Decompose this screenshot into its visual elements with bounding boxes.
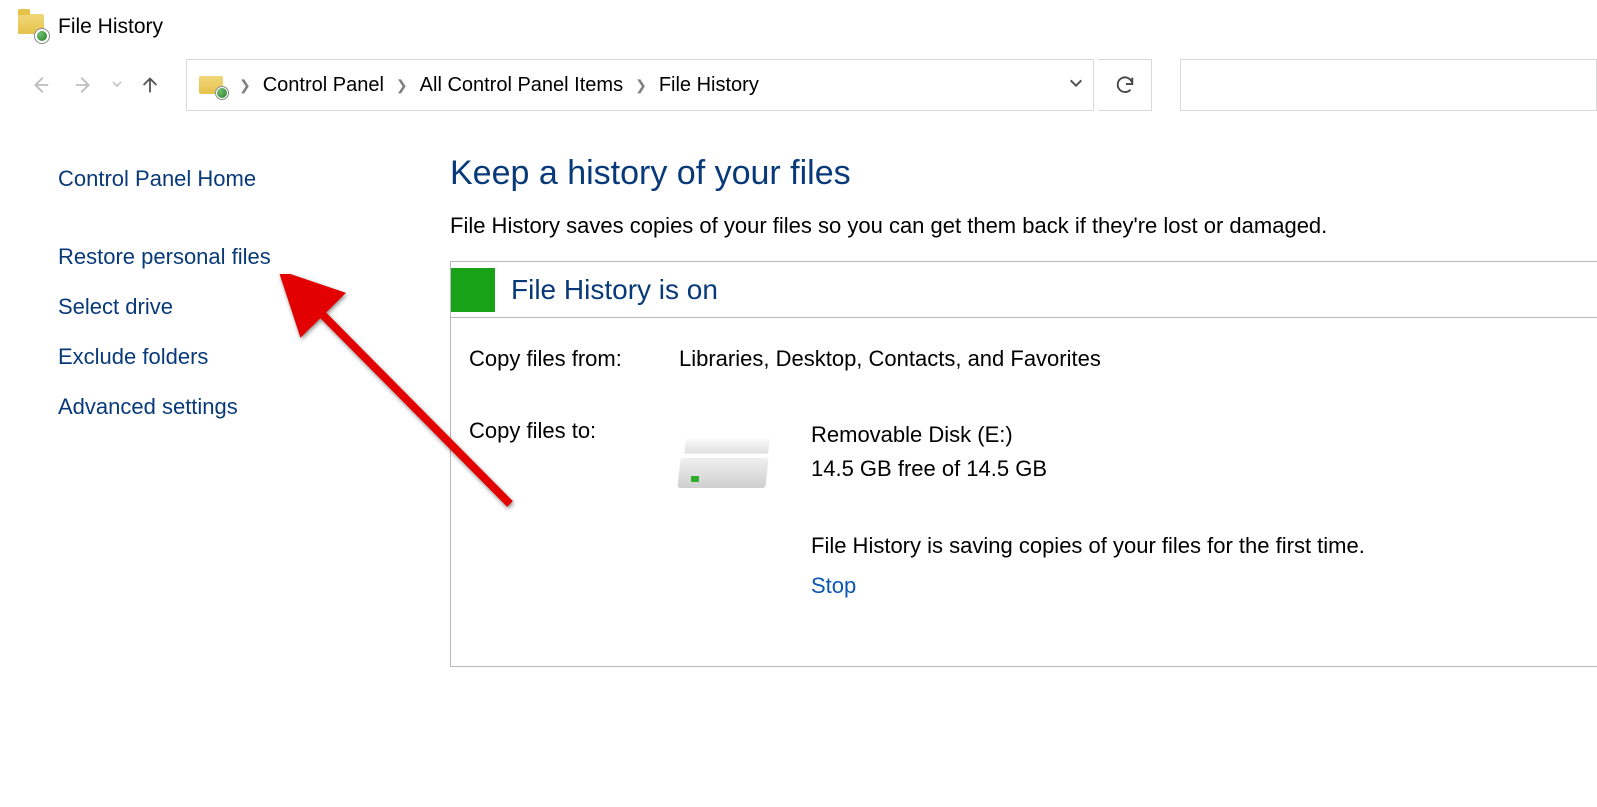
main-panel: Keep a history of your files File Histor… xyxy=(420,154,1597,667)
arrow-up-icon xyxy=(139,74,161,96)
sidebar-advanced-settings[interactable]: Advanced settings xyxy=(58,382,420,432)
search-box[interactable] xyxy=(1180,59,1597,111)
navigation-row: ❯ Control Panel ❯ All Control Panel Item… xyxy=(0,54,1597,116)
forward-button[interactable] xyxy=(64,65,104,105)
up-button[interactable] xyxy=(130,65,170,105)
drive-space: 14.5 GB free of 14.5 GB xyxy=(811,452,1365,486)
drive-icon xyxy=(679,428,775,488)
content-area: Control Panel Home Restore personal file… xyxy=(0,116,1597,667)
copy-from-value: Libraries, Desktop, Contacts, and Favori… xyxy=(679,346,1597,372)
copy-from-label: Copy files from: xyxy=(469,346,679,372)
sidebar-select-drive[interactable]: Select drive xyxy=(58,282,420,332)
recent-locations-button[interactable] xyxy=(108,77,126,93)
back-button[interactable] xyxy=(20,65,60,105)
status-body: Copy files from: Libraries, Desktop, Con… xyxy=(451,318,1597,605)
stop-link[interactable]: Stop xyxy=(811,573,856,598)
window-title: File History xyxy=(58,15,163,39)
chevron-down-icon xyxy=(1068,75,1084,91)
sidebar-exclude-folders[interactable]: Exclude folders xyxy=(58,332,420,382)
status-on-icon xyxy=(451,268,495,312)
status-title: File History is on xyxy=(495,274,718,306)
breadcrumb-item[interactable]: File History xyxy=(651,60,767,110)
file-history-icon xyxy=(18,12,48,42)
status-header: File History is on xyxy=(451,262,1597,318)
sidebar: Control Panel Home Restore personal file… xyxy=(0,154,420,667)
sidebar-restore-personal-files[interactable]: Restore personal files xyxy=(58,232,420,282)
sidebar-control-panel-home[interactable]: Control Panel Home xyxy=(58,154,420,204)
refresh-icon xyxy=(1114,74,1136,96)
copy-to-label: Copy files to: xyxy=(469,418,679,605)
breadcrumb-separator: ❯ xyxy=(631,77,651,94)
titlebar: File History xyxy=(0,0,1597,54)
breadcrumb-separator: ❯ xyxy=(235,77,255,94)
breadcrumb-separator: ❯ xyxy=(392,77,412,94)
drive-name: Removable Disk (E:) xyxy=(811,418,1365,452)
copy-from-row: Copy files from: Libraries, Desktop, Con… xyxy=(469,346,1597,372)
address-bar-icon xyxy=(187,60,235,110)
arrow-left-icon xyxy=(29,74,51,96)
breadcrumb-item[interactable]: All Control Panel Items xyxy=(412,60,631,110)
status-panel: File History is on Copy files from: Libr… xyxy=(450,261,1597,667)
breadcrumb-item[interactable]: Control Panel xyxy=(255,60,392,110)
address-dropdown-button[interactable] xyxy=(1059,75,1093,96)
saving-message: File History is saving copies of your fi… xyxy=(811,526,1365,566)
address-bar[interactable]: ❯ Control Panel ❯ All Control Panel Item… xyxy=(186,59,1094,111)
drive-block: Removable Disk (E:) 14.5 GB free of 14.5… xyxy=(679,418,1597,605)
page-description: File History saves copies of your files … xyxy=(420,213,1597,239)
search-input[interactable] xyxy=(1181,60,1596,110)
refresh-button[interactable] xyxy=(1098,59,1152,111)
page-heading: Keep a history of your files xyxy=(420,154,1597,193)
chevron-down-icon xyxy=(111,78,123,90)
arrow-right-icon xyxy=(73,74,95,96)
copy-to-row: Copy files to: Removable Disk (E:) 14.5 … xyxy=(469,418,1597,605)
